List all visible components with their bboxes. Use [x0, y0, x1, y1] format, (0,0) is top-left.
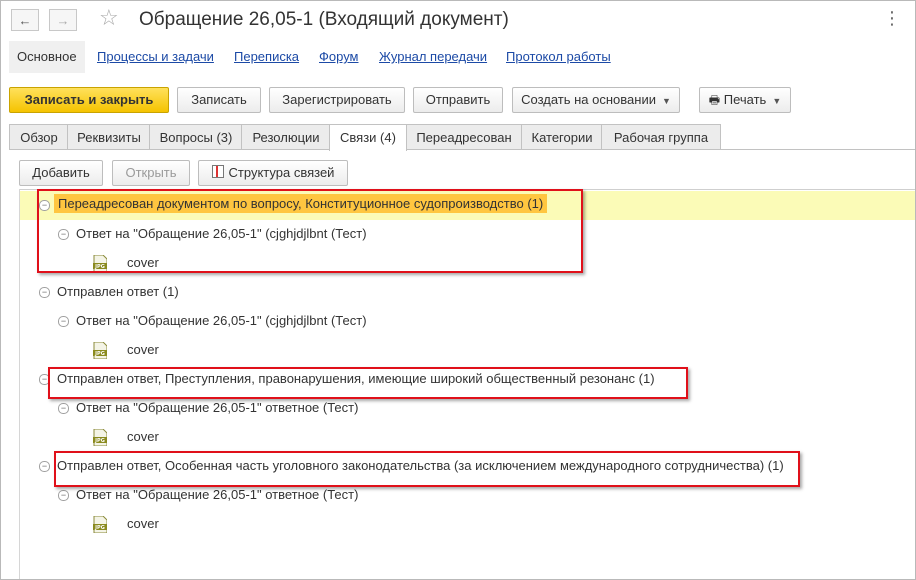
svg-text:JPG: JPG	[94, 525, 105, 531]
create-based-on-button[interactable]: Создать на основании ▼	[512, 87, 680, 113]
tree-row[interactable]: − Отправлен ответ, Особенная часть уголо…	[19, 452, 915, 481]
open-link-button[interactable]: Открыть	[112, 160, 190, 186]
tree-row[interactable]: − Отправлен ответ, Преступления, правона…	[19, 365, 915, 394]
toptab-processes[interactable]: Процессы и задачи	[97, 41, 214, 73]
tree-row-label: Ответ на "Обращение 26,05-1" ответное (Т…	[76, 400, 359, 415]
collapse-icon[interactable]: −	[58, 229, 69, 240]
toptab-correspondence[interactable]: Переписка	[234, 41, 299, 73]
print-button[interactable]: 🖶 Печать ▼	[699, 87, 791, 113]
tree-row-label: Отправлен ответ (1)	[57, 284, 179, 299]
forward-button[interactable]: →	[49, 9, 77, 31]
tree-row-label: Ответ на "Обращение 26,05-1" (cjghjdjlbn…	[76, 313, 367, 328]
tree-row-label: Отправлен ответ, Особенная часть уголовн…	[57, 458, 784, 473]
save-and-close-button[interactable]: Записать и закрыть	[9, 87, 169, 113]
jpg-file-icon: JPG	[93, 342, 107, 359]
tree-row-label: Ответ на "Обращение 26,05-1" ответное (Т…	[76, 487, 359, 502]
collapse-icon[interactable]: −	[58, 403, 69, 414]
tree-row[interactable]: − Отправлен ответ (1)	[19, 278, 915, 307]
jpg-file-icon: JPG	[93, 516, 107, 533]
tree-row[interactable]: JPG cover	[19, 336, 915, 365]
arrow-right-icon: →	[56, 12, 70, 28]
tree-row-label: Ответ на "Обращение 26,05-1" (cjghjdjlbn…	[76, 226, 367, 241]
toptab-main[interactable]: Основное	[9, 41, 85, 73]
print-label: Печать	[723, 92, 767, 107]
tree-row-label: cover	[127, 429, 159, 444]
svg-text:JPG: JPG	[94, 438, 105, 444]
send-button[interactable]: Отправить	[413, 87, 503, 113]
svg-text:JPG: JPG	[94, 264, 105, 270]
tree-row[interactable]: JPG cover	[19, 249, 915, 278]
chevron-down-icon: ▼	[772, 96, 782, 106]
tree-row[interactable]: JPG cover	[19, 423, 915, 452]
collapse-icon[interactable]: −	[58, 316, 69, 327]
tab-resolutions[interactable]: Резолюции	[241, 124, 331, 150]
star-icon[interactable]: ☆	[99, 5, 119, 31]
more-vertical-icon[interactable]: ⋮	[883, 9, 901, 27]
jpg-file-icon: JPG	[93, 429, 107, 446]
tree-row[interactable]: − Ответ на "Обращение 26,05-1" (cjghjdjl…	[19, 307, 915, 336]
tree-row-label: cover	[127, 516, 159, 531]
svg-text:JPG: JPG	[94, 351, 105, 357]
tab-redirected[interactable]: Переадресован	[405, 124, 523, 150]
create-based-on-label: Создать на основании	[521, 92, 656, 107]
toptab-work-log[interactable]: Протокол работы	[506, 41, 611, 73]
toptab-transfer-log[interactable]: Журнал передачи	[379, 41, 487, 73]
collapse-icon[interactable]: −	[58, 490, 69, 501]
tree-row[interactable]: − Ответ на "Обращение 26,05-1" (cjghjdjl…	[19, 220, 915, 249]
links-tree: − Переадресован документом по вопросу, К…	[19, 189, 915, 579]
tree-row-label: Отправлен ответ, Преступления, правонару…	[57, 371, 655, 386]
add-link-button[interactable]: Добавить	[19, 160, 103, 186]
tree-left-border	[19, 189, 20, 579]
tab-questions[interactable]: Вопросы (3)	[149, 124, 243, 150]
printer-icon: 🖶	[708, 93, 721, 107]
tab-overview[interactable]: Обзор	[9, 124, 69, 150]
chevron-down-icon: ▼	[661, 96, 671, 106]
tab-categories[interactable]: Категории	[521, 124, 603, 150]
tree-row[interactable]: − Переадресован документом по вопросу, К…	[19, 191, 915, 220]
window-title: Обращение 26,05-1 (Входящий документ)	[139, 9, 509, 30]
collapse-icon[interactable]: −	[39, 200, 50, 211]
save-button[interactable]: Записать	[177, 87, 261, 113]
tree-row[interactable]: − Ответ на "Обращение 26,05-1" ответное …	[19, 481, 915, 510]
links-structure-label: Структура связей	[228, 165, 335, 180]
tab-details[interactable]: Реквизиты	[67, 124, 151, 150]
tab-links[interactable]: Связи (4)	[329, 124, 407, 151]
document-window: ← → ☆ Обращение 26,05-1 (Входящий докуме…	[0, 0, 916, 580]
links-structure-button[interactable]: Структура связей	[198, 160, 348, 186]
collapse-icon[interactable]: −	[39, 374, 50, 385]
tree-row[interactable]: JPG cover	[19, 510, 915, 539]
tab-work-group[interactable]: Рабочая группа	[601, 124, 721, 150]
tree-row-label: Переадресован документом по вопросу, Кон…	[54, 194, 548, 213]
tree-row-label: cover	[127, 342, 159, 357]
tree-row[interactable]: − Ответ на "Обращение 26,05-1" ответное …	[19, 394, 915, 423]
tab-divider	[9, 149, 915, 150]
collapse-icon[interactable]: −	[39, 461, 50, 472]
tree-row-label: cover	[127, 255, 159, 270]
register-button[interactable]: Зарегистрировать	[269, 87, 405, 113]
toptab-forum[interactable]: Форум	[319, 41, 359, 73]
structure-chart-icon	[211, 165, 224, 178]
jpg-file-icon: JPG	[93, 255, 107, 272]
collapse-icon[interactable]: −	[39, 287, 50, 298]
back-button[interactable]: ←	[11, 9, 39, 31]
arrow-left-icon: ←	[18, 12, 32, 28]
